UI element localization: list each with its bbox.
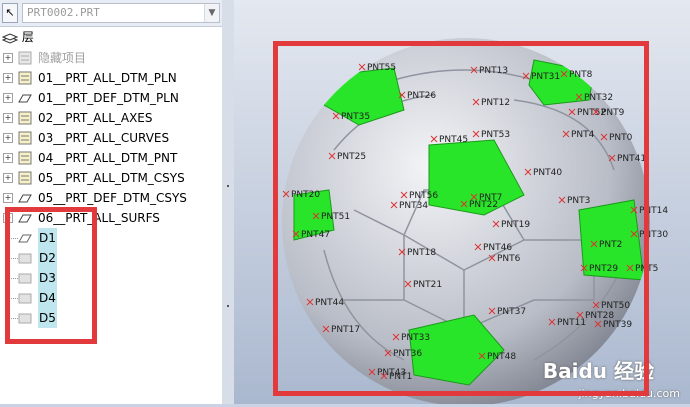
tree-item-layer[interactable]: + 01__PRT_DEF_DTM_PLN <box>0 88 220 108</box>
tree-item-layer[interactable]: + 04__PRT_ALL_DTM_PNT <box>0 148 220 168</box>
tree-item-label: 01__PRT_ALL_DTM_PLN <box>38 71 177 85</box>
highlight-box-layers <box>5 207 97 344</box>
expand-icon[interactable]: + <box>3 173 13 183</box>
layer-icon <box>18 151 32 165</box>
expand-icon[interactable]: + <box>3 53 13 63</box>
layer-icon <box>18 131 32 145</box>
tree-item-layer[interactable]: + 01__PRT_ALL_DTM_PLN <box>0 68 220 88</box>
layer-icon <box>18 171 32 185</box>
layer-tree-root-label: 层 <box>21 30 34 44</box>
tree-item-layer[interactable]: + 05__PRT_DEF_DTM_CSYS <box>0 188 220 208</box>
tree-item-label: 04__PRT_ALL_DTM_PNT <box>38 151 178 165</box>
splitter-grip <box>227 185 229 187</box>
tree-item-label: 隐藏项目 <box>38 51 87 65</box>
tree-item-label: 05__PRT_ALL_DTM_CSYS <box>38 171 185 185</box>
tree-item-layer[interactable]: + 03__PRT_ALL_CURVES <box>0 128 220 148</box>
layer-icon <box>18 111 32 125</box>
expand-icon[interactable]: + <box>3 133 13 143</box>
datum-plane-icon <box>18 94 32 103</box>
layer-tree-root[interactable]: 层 <box>1 28 34 46</box>
expand-icon[interactable]: + <box>3 73 13 83</box>
datum-plane-icon <box>18 194 32 203</box>
layers-icon <box>1 32 19 44</box>
tree-item-layer[interactable]: + 02__PRT_ALL_AXES <box>0 108 220 128</box>
tree-item-label: 02__PRT_ALL_AXES <box>38 111 153 125</box>
tree-item-label: 03__PRT_ALL_CURVES <box>38 131 170 145</box>
expand-icon[interactable]: + <box>3 193 13 203</box>
expand-icon[interactable]: + <box>3 113 13 123</box>
select-arrow-icon[interactable]: ↖ <box>2 3 18 23</box>
tree-item-layer[interactable]: + 05__PRT_ALL_DTM_CSYS <box>0 168 220 188</box>
tree-item-label: 05__PRT_DEF_DTM_CSYS <box>38 191 187 205</box>
highlight-box-model <box>273 41 649 396</box>
layer-icon <box>18 51 32 65</box>
model-selector-value: PRT0002.PRT <box>27 6 100 19</box>
model-selector-dropdown[interactable]: PRT0002.PRT ▼ <box>22 3 220 23</box>
layer-icon <box>18 71 32 85</box>
tree-item-hidden-items[interactable]: + 隐藏项目 <box>0 48 220 68</box>
panel-splitter[interactable] <box>222 0 234 404</box>
layer-toolbar: ↖ PRT0002.PRT ▼ <box>0 0 222 27</box>
tree-item-label: 01__PRT_DEF_DTM_PLN <box>38 91 179 105</box>
expand-icon[interactable]: + <box>3 93 13 103</box>
expand-icon[interactable]: + <box>3 153 13 163</box>
splitter-grip <box>227 305 229 307</box>
chevron-down-icon[interactable]: ▼ <box>204 4 219 22</box>
